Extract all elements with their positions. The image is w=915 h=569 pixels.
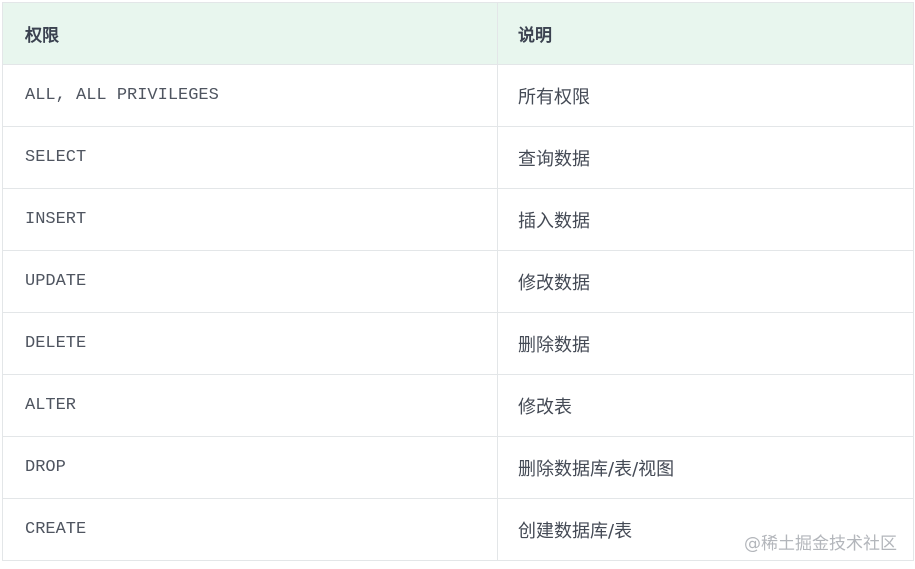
description-cell: 删除数据库/表/视图 [518,458,675,480]
table-row: SELECT 查询数据 [3,127,913,189]
description-cell: 修改表 [518,396,572,418]
table-row: INSERT 插入数据 [3,189,913,251]
privilege-cell: ALTER [3,375,498,436]
table-row: DROP 删除数据库/表/视图 [3,437,913,499]
privileges-table: 权限 说明 ALL, ALL PRIVILEGES 所有权限 SELECT 查询… [2,2,914,561]
privilege-cell: ALL, ALL PRIVILEGES [3,65,498,126]
description-cell: 插入数据 [518,210,590,232]
description-cell: 查询数据 [518,148,590,170]
privilege-cell: UPDATE [3,251,498,312]
privilege-cell: DELETE [3,313,498,374]
description-cell: 修改数据 [518,272,590,294]
table-row: ALTER 修改表 [3,375,913,437]
header-privilege: 权限 [3,3,498,64]
privilege-cell: DROP [3,437,498,498]
table-row: UPDATE 修改数据 [3,251,913,313]
table-row: DELETE 删除数据 [3,313,913,375]
privilege-cell: CREATE [3,499,498,560]
description-cell: 所有权限 [518,86,590,108]
privilege-cell: INSERT [3,189,498,250]
table-header-row: 权限 说明 [3,3,913,65]
watermark: @稀土掘金技术社区 [744,534,897,554]
description-cell: 删除数据 [518,334,590,356]
privilege-cell: SELECT [3,127,498,188]
header-description: 说明 [518,26,552,46]
table-row: ALL, ALL PRIVILEGES 所有权限 [3,65,913,127]
